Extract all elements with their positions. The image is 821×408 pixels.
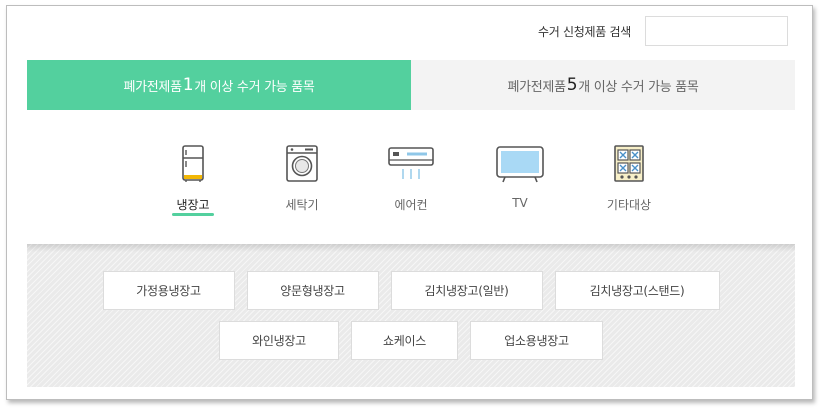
category-label: 기타대상: [606, 198, 652, 212]
other-items-icon: [604, 144, 654, 184]
subcategory-showcase[interactable]: 쇼케이스: [351, 321, 458, 360]
subcategory-home-refrigerator[interactable]: 가정용냉장고: [102, 271, 235, 310]
air-conditioner-icon: [386, 144, 436, 184]
category-label: 세탁기: [285, 198, 319, 212]
subcategory-kimchi-refrigerator[interactable]: 김치냉장고(일반): [390, 271, 543, 310]
category-tv[interactable]: TV: [466, 144, 575, 218]
subcategory-row: 가정용냉장고 양문형냉장고 김치냉장고(일반) 김치냉장고(스탠드): [27, 271, 795, 310]
tab-count: 5: [566, 75, 578, 95]
tab-five-or-more[interactable]: 폐가전제품 5 개 이상 수거 가능 품목: [411, 60, 795, 110]
search-input[interactable]: [645, 16, 788, 46]
category-label: TV: [512, 196, 528, 210]
category-label: 에어컨: [394, 198, 428, 212]
subcategory-row: 와인냉장고 쇼케이스 업소용냉장고: [27, 321, 795, 360]
category-label: 냉장고: [172, 196, 214, 216]
tab-suffix: 개 이상 수거 가능 품목: [578, 79, 699, 95]
category-refrigerator[interactable]: 냉장고: [139, 144, 248, 218]
search-label: 수거 신청제품 검색: [538, 24, 631, 39]
washing-machine-icon: [277, 144, 327, 184]
tab-one-or-more[interactable]: 폐가전제품 1 개 이상 수거 가능 품목: [27, 60, 411, 110]
subcategory-kimchi-refrigerator-stand[interactable]: 김치냉장고(스탠드): [554, 271, 720, 310]
tv-icon: [495, 144, 545, 184]
product-search: 수거 신청제품 검색: [538, 16, 788, 46]
active-underline: [172, 213, 214, 216]
category-washing-machine[interactable]: 세탁기: [248, 144, 357, 218]
subcategory-commercial-refrigerator[interactable]: 업소용냉장고: [470, 321, 603, 360]
subcategory-side-by-side-refrigerator[interactable]: 양문형냉장고: [246, 271, 379, 310]
recycle-pickup-panel: 수거 신청제품 검색 폐가전제품 1 개 이상 수거 가능 품목 폐가전제품 5…: [6, 5, 813, 400]
refrigerator-icon: [168, 144, 218, 184]
subcategory-panel: 가정용냉장고 양문형냉장고 김치냉장고(일반) 김치냉장고(스탠드) 와인냉장고…: [27, 244, 795, 387]
category-list: 냉장고 세탁기 에어컨 TV 기타대상: [27, 144, 795, 218]
category-other[interactable]: 기타대상: [575, 144, 684, 218]
subcategory-wine-refrigerator[interactable]: 와인냉장고: [219, 321, 339, 360]
tab-prefix: 폐가전제품: [507, 79, 566, 95]
tab-suffix: 개 이상 수거 가능 품목: [194, 79, 315, 95]
category-air-conditioner[interactable]: 에어컨: [357, 144, 466, 218]
pickup-quantity-tabs: 폐가전제품 1 개 이상 수거 가능 품목 폐가전제품 5 개 이상 수거 가능…: [27, 60, 795, 110]
tab-count: 1: [182, 75, 194, 95]
tab-prefix: 폐가전제품: [123, 79, 182, 95]
